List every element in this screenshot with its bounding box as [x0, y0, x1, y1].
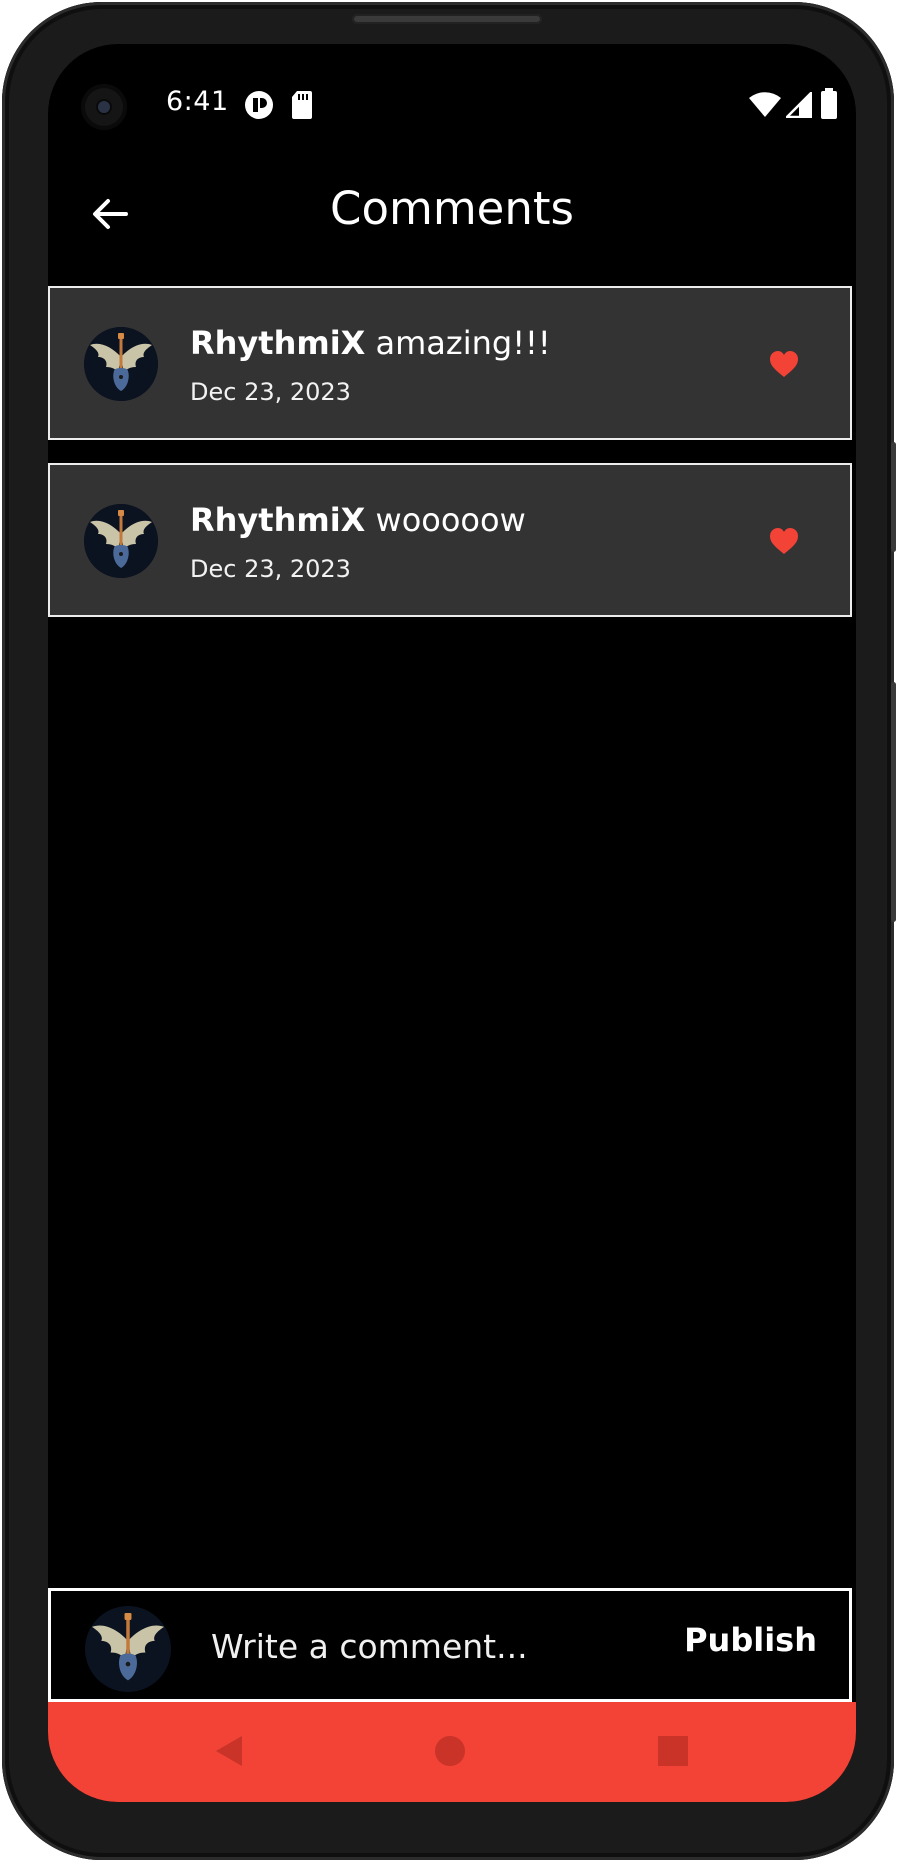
comment-body: wooooow	[375, 501, 526, 539]
winged-guitar-avatar-icon	[85, 1606, 171, 1692]
wifi-icon	[749, 92, 781, 117]
winged-guitar-avatar-icon	[84, 504, 158, 578]
screen: 6:41 Comments RhythmiX amazing!!! Dec 23…	[48, 44, 856, 1802]
navigation-bar	[48, 1702, 856, 1802]
page-title: Comments	[330, 182, 574, 235]
heart-icon[interactable]	[768, 348, 800, 380]
front-camera	[81, 84, 127, 130]
comment-composer: Publish	[48, 1588, 852, 1702]
comment-text: RhythmiX wooooow	[190, 501, 526, 539]
status-time: 6:41	[166, 86, 229, 117]
winged-guitar-avatar-icon	[84, 327, 158, 401]
heart-icon[interactable]	[768, 525, 800, 557]
avatar	[85, 1606, 171, 1692]
signal-icon	[786, 92, 812, 118]
avatar	[84, 504, 158, 578]
nav-recents-square-icon[interactable]	[657, 1735, 689, 1767]
comment-card: RhythmiX amazing!!! Dec 23, 2023	[48, 286, 852, 440]
nav-home-circle-icon[interactable]	[434, 1735, 466, 1767]
phone-frame: 6:41 Comments RhythmiX amazing!!! Dec 23…	[2, 2, 896, 1860]
comment-body: amazing!!!	[375, 324, 551, 362]
volume-button	[891, 442, 896, 552]
avatar	[84, 327, 158, 401]
comment-text: RhythmiX amazing!!!	[190, 324, 551, 362]
nav-back-triangle-icon[interactable]	[214, 1734, 244, 1768]
comment-card: RhythmiX wooooow Dec 23, 2023	[48, 463, 852, 617]
notification-icon	[245, 91, 273, 119]
power-button	[891, 682, 896, 922]
comment-date: Dec 23, 2023	[190, 555, 351, 583]
earpiece-speaker	[352, 14, 542, 24]
battery-icon	[821, 88, 837, 119]
publish-button[interactable]: Publish	[684, 1621, 817, 1659]
comment-username: RhythmiX	[190, 324, 366, 362]
comment-username: RhythmiX	[190, 501, 366, 539]
sd-card-icon	[292, 91, 312, 119]
comment-date: Dec 23, 2023	[190, 378, 351, 406]
comment-input[interactable]	[209, 1617, 613, 1675]
